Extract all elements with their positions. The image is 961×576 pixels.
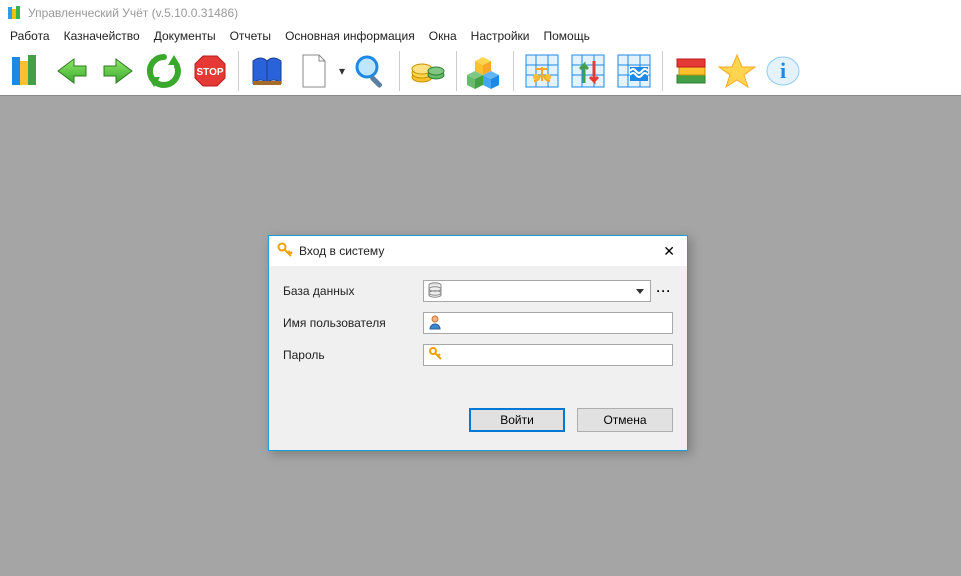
menu-item-windows[interactable]: Окна: [423, 27, 463, 45]
menu-item-treasury[interactable]: Казначейство: [58, 27, 146, 45]
main-window: Управленческий Учёт (v.5.10.0.31486) Раб…: [0, 0, 961, 576]
menu-item-reports[interactable]: Отчеты: [224, 27, 277, 45]
username-field[interactable]: [423, 312, 673, 334]
search-icon[interactable]: [349, 49, 393, 93]
password-label: Пароль: [283, 348, 423, 362]
key-icon: [277, 242, 293, 261]
password-input[interactable]: [446, 347, 668, 363]
refresh-icon[interactable]: [142, 49, 186, 93]
toolbar-separator: [662, 51, 663, 91]
forward-arrow-icon[interactable]: [96, 49, 140, 93]
database-value[interactable]: [446, 283, 632, 299]
book-icon[interactable]: [245, 49, 289, 93]
balance-grid-icon[interactable]: [520, 49, 564, 93]
username-label: Имя пользователя: [283, 316, 423, 330]
database-browse-button[interactable]: ···: [655, 284, 673, 298]
new-document-icon[interactable]: [291, 49, 335, 93]
user-icon: [428, 314, 442, 333]
close-icon[interactable]: ✕: [659, 243, 679, 260]
money-icon[interactable]: [406, 49, 450, 93]
toolbar-separator: [513, 51, 514, 91]
key-icon: [428, 346, 442, 365]
star-icon[interactable]: [715, 49, 759, 93]
info-icon[interactable]: i: [761, 49, 805, 93]
menu-item-work[interactable]: Работа: [4, 27, 56, 45]
menu-item-docs[interactable]: Документы: [148, 27, 222, 45]
toolbar-separator: [238, 51, 239, 91]
menu-item-settings[interactable]: Настройки: [465, 27, 536, 45]
books-stack-icon[interactable]: [669, 49, 713, 93]
database-dropdown[interactable]: [423, 280, 651, 302]
database-icon: [428, 282, 442, 301]
login-dialog-buttons: Войти Отмена: [269, 394, 687, 446]
password-field[interactable]: [423, 344, 673, 366]
username-input[interactable]: [446, 315, 668, 331]
chevron-down-icon[interactable]: [636, 289, 644, 294]
menu-item-info[interactable]: Основная информация: [279, 27, 421, 45]
login-button[interactable]: Войти: [469, 408, 565, 432]
back-arrow-icon[interactable]: [50, 49, 94, 93]
app-icon: [6, 5, 22, 21]
new-document-dropdown-icon[interactable]: ▾: [337, 64, 347, 78]
toolbar-separator: [456, 51, 457, 91]
window-title: Управленческий Учёт (v.5.10.0.31486): [28, 6, 238, 20]
login-dialog: Вход в систему ✕ База данных: [268, 235, 688, 451]
login-dialog-title: Вход в систему: [299, 244, 384, 258]
titlebar: Управленческий Учёт (v.5.10.0.31486): [0, 0, 961, 26]
cubes-icon[interactable]: [463, 49, 507, 93]
waves-grid-icon[interactable]: [612, 49, 656, 93]
toolbar: STOP ▾: [0, 46, 961, 96]
menu-item-help[interactable]: Помощь: [538, 27, 596, 45]
database-label: База данных: [283, 284, 423, 298]
cancel-button[interactable]: Отмена: [577, 408, 673, 432]
stop-icon[interactable]: STOP: [188, 49, 232, 93]
login-dialog-body: База данных ··· Имя пользователя: [269, 266, 687, 376]
toolbar-separator: [399, 51, 400, 91]
toolbar-app-icon[interactable]: [4, 49, 48, 93]
workarea: Вход в систему ✕ База данных: [0, 96, 961, 576]
svg-text:STOP: STOP: [196, 67, 223, 78]
login-dialog-titlebar: Вход в систему ✕: [269, 236, 687, 266]
arrows-grid-icon[interactable]: [566, 49, 610, 93]
menubar: Работа Казначейство Документы Отчеты Осн…: [0, 26, 961, 46]
svg-text:i: i: [780, 58, 786, 83]
